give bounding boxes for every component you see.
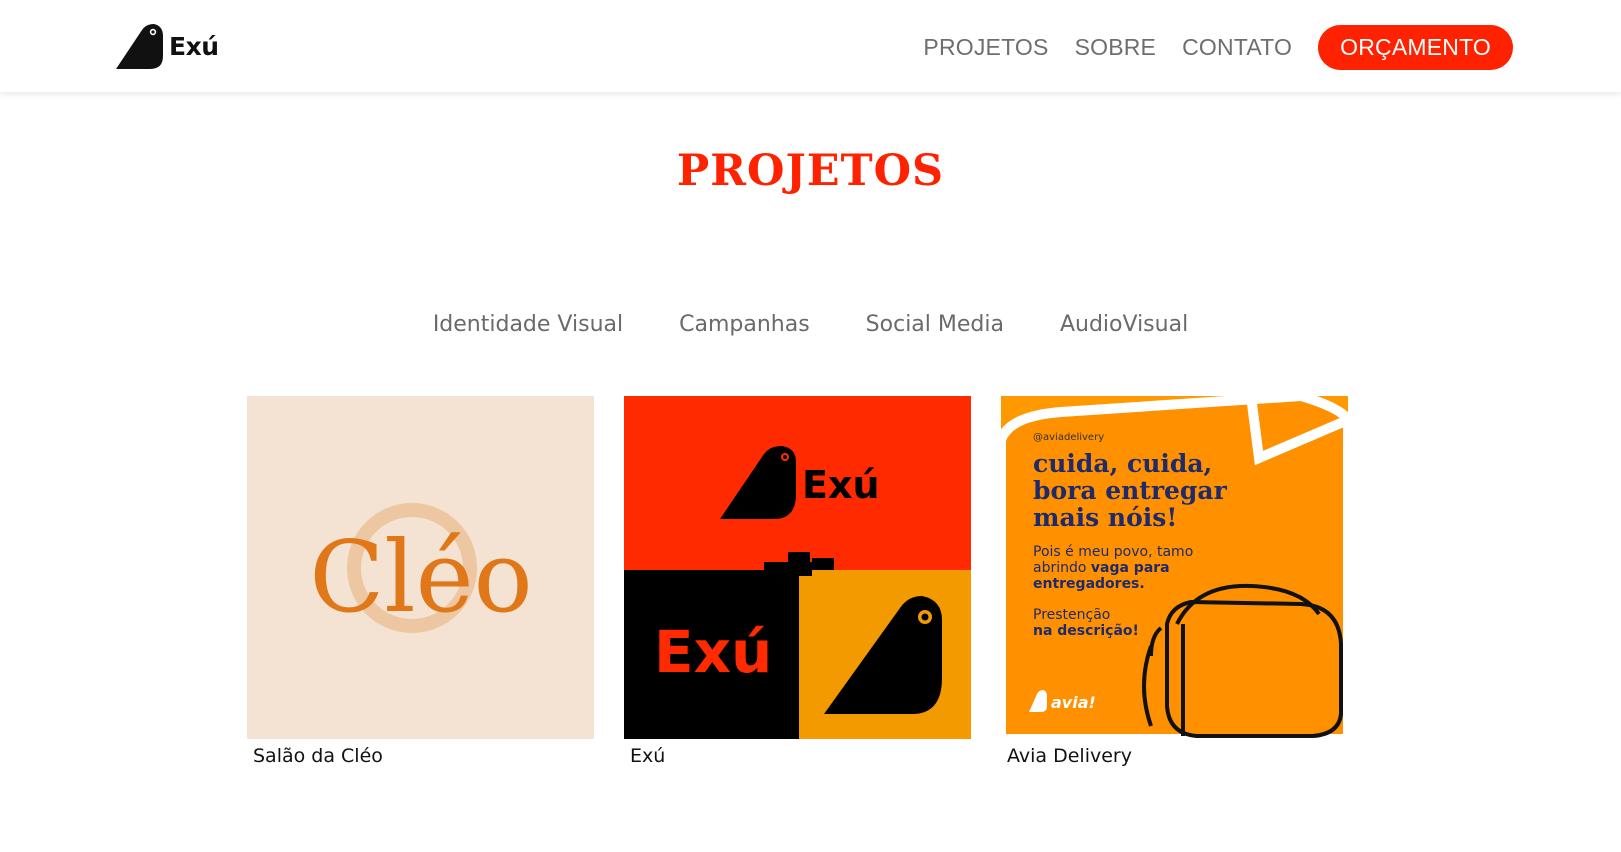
page-title: PROJETOS (676, 146, 945, 196)
project-filter-tabs: Identidade Visual Campanhas Social Media… (0, 312, 1621, 337)
project-card-cleo[interactable]: Cléo Salão da Cléo (247, 396, 594, 767)
avia-body: Pois é meu povo, tamo abrindo vaga para … (1033, 544, 1194, 592)
project-caption[interactable]: Exú (630, 745, 971, 767)
project-thumbnail-cleo[interactable]: Cléo (247, 396, 594, 739)
avia-headline: cuida, cuida, bora entregar mais nóis! (1033, 449, 1227, 532)
avia-handle: @aviadelivery (1033, 432, 1105, 443)
nav-item-sobre[interactable]: SOBRE (1075, 34, 1157, 61)
main-nav: PROJETOS SOBRE CONTATO ORÇAMENTO (923, 25, 1513, 70)
nav-item-contato[interactable]: CONTATO (1182, 34, 1292, 61)
exu-brand-art: Exú Exú (624, 396, 971, 739)
tab-campanhas[interactable]: Campanhas (679, 312, 810, 337)
project-caption[interactable]: Salão da Cléo (253, 745, 594, 767)
project-card-exu[interactable]: Exú Exú Exú (624, 396, 971, 767)
cleo-logo-art: Cléo (247, 396, 594, 739)
orcamento-button[interactable]: ORÇAMENTO (1318, 25, 1513, 70)
project-thumbnail-avia[interactable]: @aviadelivery cuida, cuida, bora entrega… (1001, 396, 1348, 739)
cleo-wordmark: Cléo (309, 521, 532, 635)
project-card-avia[interactable]: @aviadelivery cuida, cuida, bora entrega… (1001, 396, 1348, 767)
logo-link[interactable]: Exú (116, 22, 219, 70)
nav-item-projetos[interactable]: PROJETOS (923, 34, 1048, 61)
project-thumbnail-exu[interactable]: Exú Exú (624, 396, 971, 739)
site-header: Exú PROJETOS SOBRE CONTATO ORÇAMENTO (0, 0, 1621, 92)
exu-wordmark-bottom: Exú (654, 618, 772, 686)
avia-brand-mark: avia! (1051, 693, 1096, 712)
tab-audiovisual[interactable]: AudioVisual (1060, 312, 1188, 337)
exu-wordmark-top: Exú (802, 463, 880, 507)
avia-bird-icon (1029, 690, 1047, 712)
bird-logo-icon (116, 24, 163, 69)
logo-wordmark: Exú (169, 31, 219, 61)
tab-identidade-visual[interactable]: Identidade Visual (433, 312, 623, 337)
project-caption[interactable]: Avia Delivery (1007, 745, 1348, 767)
avia-cta: Prestenção na descrição! (1033, 607, 1139, 639)
tab-social-media[interactable]: Social Media (866, 312, 1004, 337)
